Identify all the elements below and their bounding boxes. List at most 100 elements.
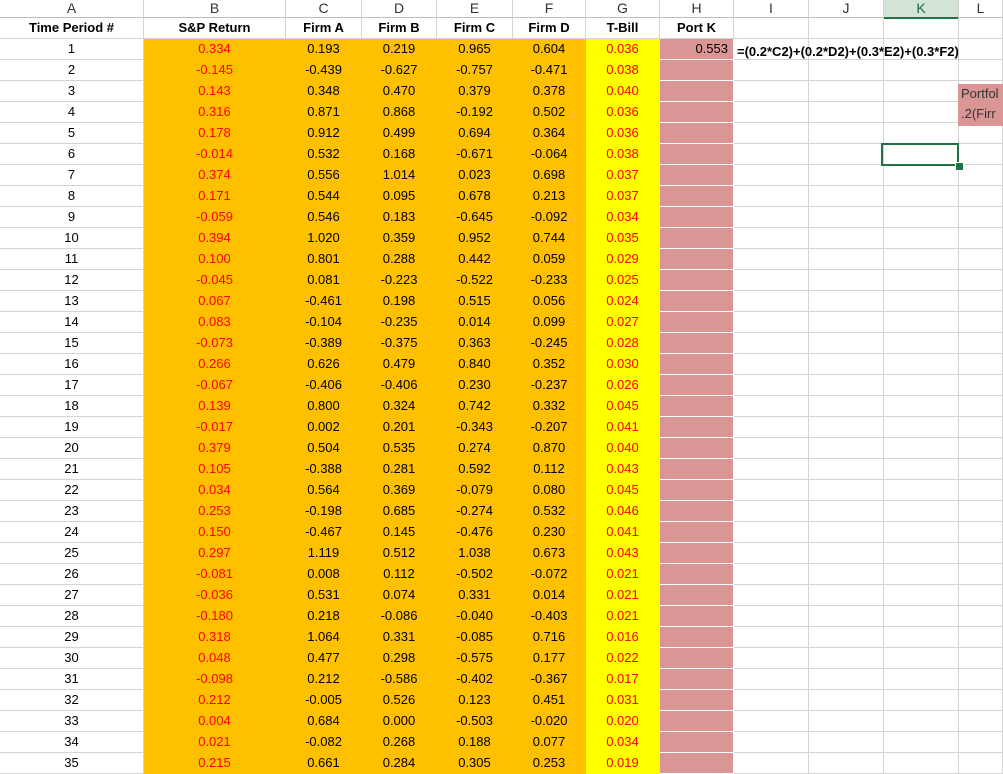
- cell-tbill[interactable]: 0.016: [586, 627, 660, 648]
- cell-sp-return[interactable]: 0.067: [144, 291, 286, 312]
- empty-cell[interactable]: [734, 438, 809, 459]
- header-tbill[interactable]: T-Bill: [586, 18, 660, 39]
- cell-period[interactable]: 22: [0, 480, 144, 501]
- cell-firm-c[interactable]: 0.840: [437, 354, 513, 375]
- cell-firm-a[interactable]: 0.531: [286, 585, 362, 606]
- cell-firm-a[interactable]: -0.406: [286, 375, 362, 396]
- empty-cell[interactable]: [809, 312, 884, 333]
- cell-firm-d[interactable]: 0.230: [513, 522, 586, 543]
- cell-period[interactable]: 20: [0, 438, 144, 459]
- cell-firm-a[interactable]: -0.388: [286, 459, 362, 480]
- cell-firm-b[interactable]: 0.183: [362, 207, 437, 228]
- cell-firm-d[interactable]: -0.207: [513, 417, 586, 438]
- cell-firm-c[interactable]: -0.040: [437, 606, 513, 627]
- empty-cell[interactable]: [884, 123, 959, 144]
- cell-period[interactable]: 30: [0, 648, 144, 669]
- cell-tbill[interactable]: 0.038: [586, 144, 660, 165]
- empty-cell[interactable]: [884, 753, 959, 774]
- cell-firm-a[interactable]: 0.546: [286, 207, 362, 228]
- empty-cell[interactable]: [884, 312, 959, 333]
- empty-cell[interactable]: [809, 144, 884, 165]
- empty-cell[interactable]: [809, 333, 884, 354]
- cell-period[interactable]: 21: [0, 459, 144, 480]
- cell-period[interactable]: 32: [0, 690, 144, 711]
- empty-cell[interactable]: [959, 648, 1003, 669]
- cell-firm-d[interactable]: -0.020: [513, 711, 586, 732]
- cell-tbill[interactable]: 0.037: [586, 186, 660, 207]
- cell-firm-d[interactable]: -0.237: [513, 375, 586, 396]
- cell-firm-d[interactable]: 0.213: [513, 186, 586, 207]
- cell-firm-a[interactable]: 0.871: [286, 102, 362, 123]
- cell-port-k[interactable]: [660, 690, 733, 710]
- cell-period[interactable]: 23: [0, 501, 144, 522]
- cell-sp-return[interactable]: 0.139: [144, 396, 286, 417]
- cell-firm-d[interactable]: -0.367: [513, 669, 586, 690]
- cell-period[interactable]: 29: [0, 627, 144, 648]
- cell-firm-a[interactable]: 0.212: [286, 669, 362, 690]
- cell-sp-return[interactable]: 0.048: [144, 648, 286, 669]
- column-header-i[interactable]: I: [734, 0, 809, 18]
- cell-firm-a[interactable]: -0.461: [286, 291, 362, 312]
- empty-cell[interactable]: [959, 60, 1003, 81]
- empty-cell[interactable]: [959, 207, 1003, 228]
- empty-cell[interactable]: [809, 354, 884, 375]
- cell-tbill[interactable]: 0.028: [586, 333, 660, 354]
- empty-cell[interactable]: [809, 753, 884, 774]
- cell-firm-d[interactable]: 0.080: [513, 480, 586, 501]
- cell-firm-c[interactable]: 0.678: [437, 186, 513, 207]
- cell-sp-return[interactable]: 0.374: [144, 165, 286, 186]
- empty-cell[interactable]: [959, 39, 1003, 60]
- empty-cell[interactable]: [734, 711, 809, 732]
- empty-cell[interactable]: [809, 417, 884, 438]
- empty-cell[interactable]: [809, 480, 884, 501]
- cell-port-k[interactable]: [660, 81, 733, 101]
- empty-cell[interactable]: [809, 690, 884, 711]
- cell-firm-c[interactable]: 0.014: [437, 312, 513, 333]
- empty-cell[interactable]: [959, 249, 1003, 270]
- empty-cell[interactable]: [734, 333, 809, 354]
- empty-cell[interactable]: [734, 459, 809, 480]
- cell-tbill[interactable]: 0.024: [586, 291, 660, 312]
- empty-cell[interactable]: [884, 228, 959, 249]
- empty-cell[interactable]: [884, 207, 959, 228]
- cell-port-k[interactable]: [660, 501, 733, 521]
- cell-firm-d[interactable]: 0.056: [513, 291, 586, 312]
- cell-firm-d[interactable]: 0.099: [513, 312, 586, 333]
- empty-cell[interactable]: [884, 522, 959, 543]
- cell-firm-a[interactable]: -0.389: [286, 333, 362, 354]
- cell-period[interactable]: 34: [0, 732, 144, 753]
- empty-cell[interactable]: [734, 648, 809, 669]
- cell-period[interactable]: 11: [0, 249, 144, 270]
- cell-firm-a[interactable]: -0.198: [286, 501, 362, 522]
- cell-firm-b[interactable]: 0.512: [362, 543, 437, 564]
- empty-cell[interactable]: [884, 102, 959, 123]
- cell-firm-b[interactable]: 0.868: [362, 102, 437, 123]
- cell-firm-a[interactable]: -0.439: [286, 60, 362, 81]
- cell-firm-b[interactable]: -0.586: [362, 669, 437, 690]
- empty-cell[interactable]: [734, 564, 809, 585]
- empty-cell[interactable]: [959, 375, 1003, 396]
- empty-cell[interactable]: [959, 585, 1003, 606]
- empty-cell[interactable]: [959, 291, 1003, 312]
- cell-sp-return[interactable]: 0.143: [144, 81, 286, 102]
- column-header-l[interactable]: L: [959, 0, 1003, 18]
- cell-sp-return[interactable]: -0.067: [144, 375, 286, 396]
- cell-period[interactable]: 19: [0, 417, 144, 438]
- header-firm-b[interactable]: Firm B: [362, 18, 437, 39]
- empty-cell[interactable]: [809, 711, 884, 732]
- cell-sp-return[interactable]: -0.180: [144, 606, 286, 627]
- cell-firm-d[interactable]: -0.403: [513, 606, 586, 627]
- empty-cell[interactable]: [809, 165, 884, 186]
- cell-port-k[interactable]: [660, 270, 733, 290]
- cell-tbill[interactable]: 0.037: [586, 165, 660, 186]
- empty-cell[interactable]: [959, 165, 1003, 186]
- cell-port-k[interactable]: [660, 144, 733, 164]
- cell-tbill[interactable]: 0.041: [586, 417, 660, 438]
- cell-sp-return[interactable]: 0.334: [144, 39, 286, 60]
- cell-tbill[interactable]: 0.035: [586, 228, 660, 249]
- cell-firm-d[interactable]: 0.112: [513, 459, 586, 480]
- cell-period[interactable]: 7: [0, 165, 144, 186]
- cell-firm-a[interactable]: 0.626: [286, 354, 362, 375]
- empty-cell[interactable]: [959, 18, 1003, 39]
- column-header-f[interactable]: F: [513, 0, 586, 18]
